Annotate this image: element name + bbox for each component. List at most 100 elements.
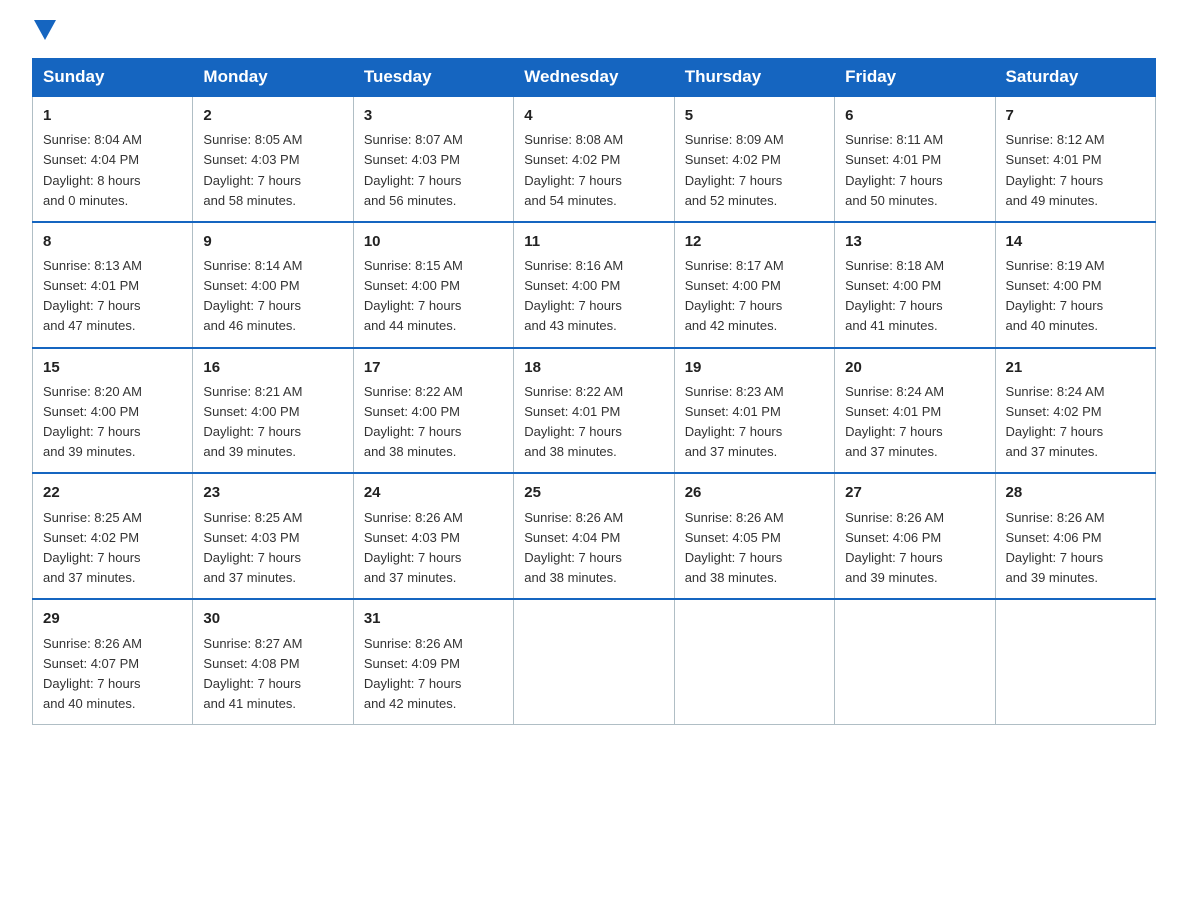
day-number: 22 <box>43 481 182 504</box>
day-info: Sunrise: 8:26 AM Sunset: 4:07 PM Dayligh… <box>43 634 182 715</box>
day-cell: 7 Sunrise: 8:12 AM Sunset: 4:01 PM Daylig… <box>995 96 1155 222</box>
day-info: Sunrise: 8:26 AM Sunset: 4:09 PM Dayligh… <box>364 634 503 715</box>
day-info: Sunrise: 8:24 AM Sunset: 4:01 PM Dayligh… <box>845 382 984 463</box>
day-info: Sunrise: 8:26 AM Sunset: 4:04 PM Dayligh… <box>524 508 663 589</box>
day-number: 29 <box>43 607 182 630</box>
day-number: 31 <box>364 607 503 630</box>
day-number: 21 <box>1006 356 1145 379</box>
day-cell: 27 Sunrise: 8:26 AM Sunset: 4:06 PM Dayli… <box>835 473 995 599</box>
day-number: 11 <box>524 230 663 253</box>
day-info: Sunrise: 8:25 AM Sunset: 4:02 PM Dayligh… <box>43 508 182 589</box>
day-cell: 9 Sunrise: 8:14 AM Sunset: 4:00 PM Daylig… <box>193 222 353 348</box>
day-cell: 22 Sunrise: 8:25 AM Sunset: 4:02 PM Dayli… <box>33 473 193 599</box>
day-cell <box>995 599 1155 724</box>
day-number: 18 <box>524 356 663 379</box>
day-cell: 15 Sunrise: 8:20 AM Sunset: 4:00 PM Dayli… <box>33 348 193 474</box>
day-number: 19 <box>685 356 824 379</box>
day-info: Sunrise: 8:27 AM Sunset: 4:08 PM Dayligh… <box>203 634 342 715</box>
day-number: 25 <box>524 481 663 504</box>
logo-triangle-icon <box>34 20 56 40</box>
day-info: Sunrise: 8:12 AM Sunset: 4:01 PM Dayligh… <box>1006 130 1145 211</box>
day-info: Sunrise: 8:24 AM Sunset: 4:02 PM Dayligh… <box>1006 382 1145 463</box>
day-number: 26 <box>685 481 824 504</box>
day-info: Sunrise: 8:21 AM Sunset: 4:00 PM Dayligh… <box>203 382 342 463</box>
day-number: 8 <box>43 230 182 253</box>
day-cell <box>674 599 834 724</box>
day-info: Sunrise: 8:04 AM Sunset: 4:04 PM Dayligh… <box>43 130 182 211</box>
day-info: Sunrise: 8:09 AM Sunset: 4:02 PM Dayligh… <box>685 130 824 211</box>
day-number: 14 <box>1006 230 1145 253</box>
day-number: 27 <box>845 481 984 504</box>
day-info: Sunrise: 8:14 AM Sunset: 4:00 PM Dayligh… <box>203 256 342 337</box>
day-cell: 3Sunrise: 8:07 AM Sunset: 4:03 PM Daylig… <box>353 96 513 222</box>
day-cell: 23 Sunrise: 8:25 AM Sunset: 4:03 PM Dayli… <box>193 473 353 599</box>
day-info: Sunrise: 8:08 AM Sunset: 4:02 PM Dayligh… <box>524 130 663 211</box>
day-info: Sunrise: 8:05 AM Sunset: 4:03 PM Dayligh… <box>203 130 342 211</box>
day-cell: 10 Sunrise: 8:15 AM Sunset: 4:00 PM Dayli… <box>353 222 513 348</box>
day-info: Sunrise: 8:16 AM Sunset: 4:00 PM Dayligh… <box>524 256 663 337</box>
day-info: Sunrise: 8:25 AM Sunset: 4:03 PM Dayligh… <box>203 508 342 589</box>
day-header-thursday: Thursday <box>674 59 834 97</box>
day-cell: 28 Sunrise: 8:26 AM Sunset: 4:06 PM Dayli… <box>995 473 1155 599</box>
day-header-sunday: Sunday <box>33 59 193 97</box>
day-number: 2 <box>203 104 342 127</box>
day-cell: 24Sunrise: 8:26 AM Sunset: 4:03 PM Dayli… <box>353 473 513 599</box>
day-cell: 21 Sunrise: 8:24 AM Sunset: 4:02 PM Dayli… <box>995 348 1155 474</box>
day-cell: 17Sunrise: 8:22 AM Sunset: 4:00 PM Dayli… <box>353 348 513 474</box>
day-number: 16 <box>203 356 342 379</box>
day-header-monday: Monday <box>193 59 353 97</box>
page-header <box>32 24 1156 40</box>
day-info: Sunrise: 8:11 AM Sunset: 4:01 PM Dayligh… <box>845 130 984 211</box>
day-number: 15 <box>43 356 182 379</box>
day-cell: 5 Sunrise: 8:09 AM Sunset: 4:02 PM Daylig… <box>674 96 834 222</box>
week-row-2: 8Sunrise: 8:13 AM Sunset: 4:01 PM Daylig… <box>33 222 1156 348</box>
day-number: 3 <box>364 104 503 127</box>
day-cell: 14 Sunrise: 8:19 AM Sunset: 4:00 PM Dayli… <box>995 222 1155 348</box>
week-row-5: 29 Sunrise: 8:26 AM Sunset: 4:07 PM Dayli… <box>33 599 1156 724</box>
day-info: Sunrise: 8:26 AM Sunset: 4:03 PM Dayligh… <box>364 508 503 589</box>
day-cell: 1 Sunrise: 8:04 AM Sunset: 4:04 PM Daylig… <box>33 96 193 222</box>
day-cell: 2 Sunrise: 8:05 AM Sunset: 4:03 PM Daylig… <box>193 96 353 222</box>
day-cell: 25 Sunrise: 8:26 AM Sunset: 4:04 PM Dayli… <box>514 473 674 599</box>
day-header-tuesday: Tuesday <box>353 59 513 97</box>
day-info: Sunrise: 8:26 AM Sunset: 4:06 PM Dayligh… <box>845 508 984 589</box>
logo <box>32 24 56 40</box>
day-header-wednesday: Wednesday <box>514 59 674 97</box>
day-number: 12 <box>685 230 824 253</box>
day-cell: 19 Sunrise: 8:23 AM Sunset: 4:01 PM Dayli… <box>674 348 834 474</box>
calendar-table: SundayMondayTuesdayWednesdayThursdayFrid… <box>32 58 1156 725</box>
day-cell: 4Sunrise: 8:08 AM Sunset: 4:02 PM Daylig… <box>514 96 674 222</box>
day-header-friday: Friday <box>835 59 995 97</box>
day-number: 13 <box>845 230 984 253</box>
day-info: Sunrise: 8:17 AM Sunset: 4:00 PM Dayligh… <box>685 256 824 337</box>
day-cell: 12 Sunrise: 8:17 AM Sunset: 4:00 PM Dayli… <box>674 222 834 348</box>
day-cell <box>835 599 995 724</box>
day-number: 30 <box>203 607 342 630</box>
day-number: 9 <box>203 230 342 253</box>
day-cell: 31 Sunrise: 8:26 AM Sunset: 4:09 PM Dayli… <box>353 599 513 724</box>
day-number: 23 <box>203 481 342 504</box>
day-number: 10 <box>364 230 503 253</box>
day-info: Sunrise: 8:26 AM Sunset: 4:06 PM Dayligh… <box>1006 508 1145 589</box>
day-number: 1 <box>43 104 182 127</box>
day-info: Sunrise: 8:26 AM Sunset: 4:05 PM Dayligh… <box>685 508 824 589</box>
day-info: Sunrise: 8:19 AM Sunset: 4:00 PM Dayligh… <box>1006 256 1145 337</box>
day-cell: 16 Sunrise: 8:21 AM Sunset: 4:00 PM Dayli… <box>193 348 353 474</box>
day-cell: 30 Sunrise: 8:27 AM Sunset: 4:08 PM Dayli… <box>193 599 353 724</box>
day-number: 20 <box>845 356 984 379</box>
day-number: 28 <box>1006 481 1145 504</box>
week-row-3: 15 Sunrise: 8:20 AM Sunset: 4:00 PM Dayli… <box>33 348 1156 474</box>
day-info: Sunrise: 8:20 AM Sunset: 4:00 PM Dayligh… <box>43 382 182 463</box>
day-info: Sunrise: 8:15 AM Sunset: 4:00 PM Dayligh… <box>364 256 503 337</box>
day-cell: 13 Sunrise: 8:18 AM Sunset: 4:00 PM Dayli… <box>835 222 995 348</box>
day-number: 7 <box>1006 104 1145 127</box>
day-info: Sunrise: 8:23 AM Sunset: 4:01 PM Dayligh… <box>685 382 824 463</box>
day-info: Sunrise: 8:22 AM Sunset: 4:01 PM Dayligh… <box>524 382 663 463</box>
day-cell: 29 Sunrise: 8:26 AM Sunset: 4:07 PM Dayli… <box>33 599 193 724</box>
week-row-4: 22 Sunrise: 8:25 AM Sunset: 4:02 PM Dayli… <box>33 473 1156 599</box>
day-number: 17 <box>364 356 503 379</box>
day-number: 5 <box>685 104 824 127</box>
day-info: Sunrise: 8:18 AM Sunset: 4:00 PM Dayligh… <box>845 256 984 337</box>
day-cell: 11 Sunrise: 8:16 AM Sunset: 4:00 PM Dayli… <box>514 222 674 348</box>
day-cell: 26 Sunrise: 8:26 AM Sunset: 4:05 PM Dayli… <box>674 473 834 599</box>
